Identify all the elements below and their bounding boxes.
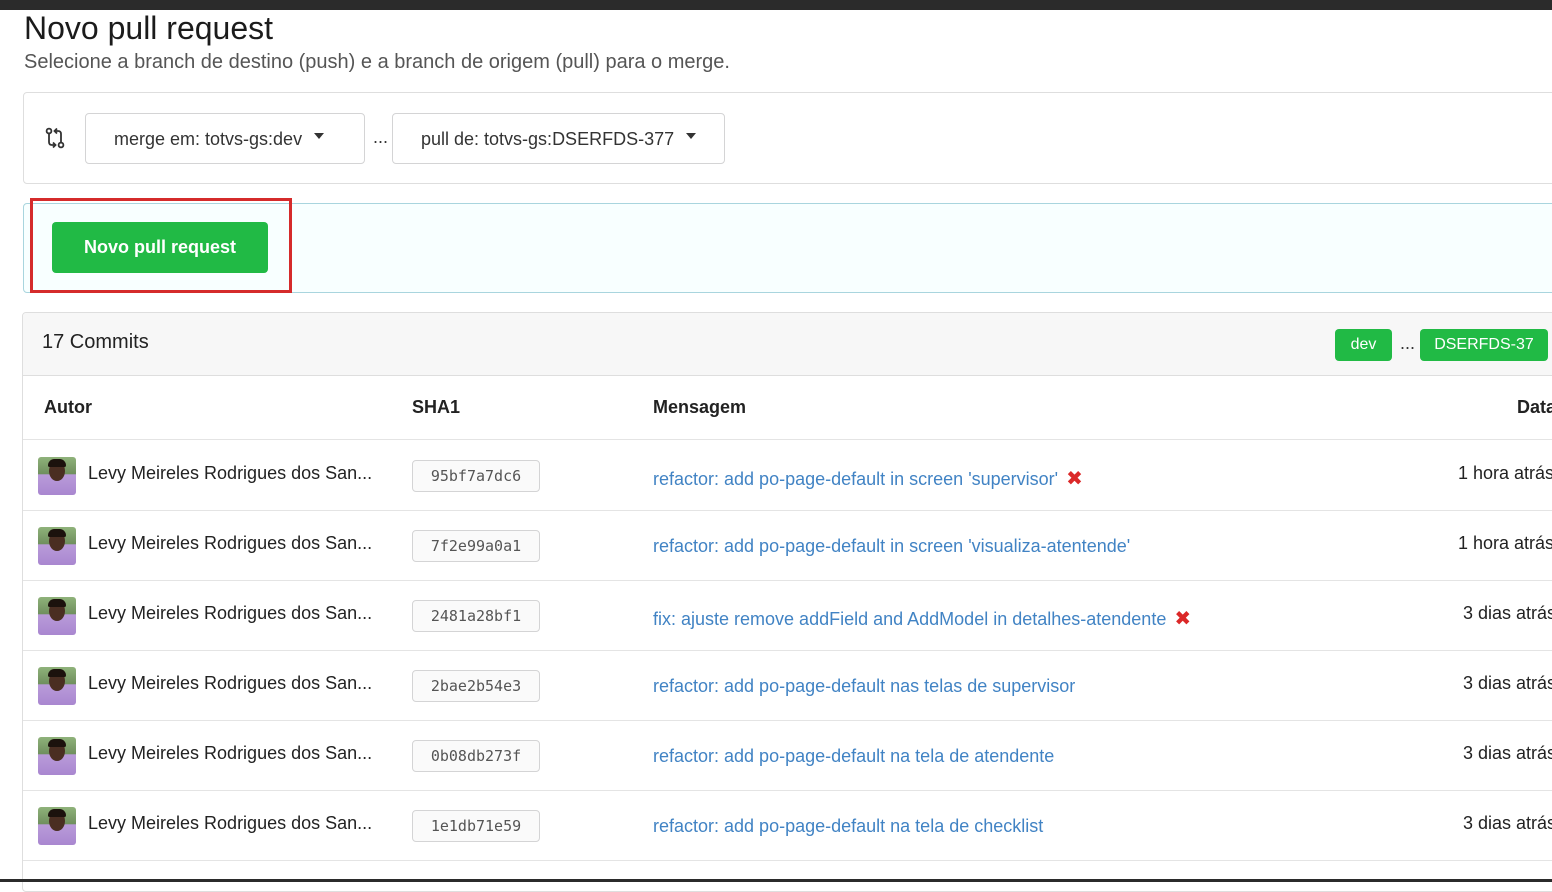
x-icon[interactable]: ✖	[1066, 468, 1083, 490]
avatar[interactable]	[38, 457, 76, 495]
commit-date: 3 dias atrás	[1463, 603, 1552, 623]
commit-sha-button[interactable]: 2bae2b54e3	[412, 670, 540, 702]
commit-author[interactable]: Levy Meireles Rodrigues dos San...	[88, 463, 372, 484]
commit-sha-button[interactable]: 7f2e99a0a1	[412, 530, 540, 562]
table-row: Levy Meireles Rodrigues dos San... 2bae2…	[23, 651, 1552, 721]
commit-author[interactable]: Levy Meireles Rodrigues dos San...	[88, 603, 372, 624]
commit-date: 1 hora atrás	[1458, 533, 1552, 553]
commits-count: 17 Commits	[42, 331, 149, 353]
table-row: Levy Meireles Rodrigues dos San... 0b08d…	[23, 721, 1552, 791]
branch-compare-panel: merge em: totvs-gs:dev ... pull de: totv…	[23, 92, 1552, 184]
commit-sha-button[interactable]: 2481a28bf1	[412, 600, 540, 632]
commit-message-link[interactable]: refactor: add po-page-default nas telas …	[653, 676, 1075, 697]
table-row: Levy Meireles Rodrigues dos San... 2481a…	[23, 581, 1552, 651]
commit-author[interactable]: Levy Meireles Rodrigues dos San...	[88, 743, 372, 764]
avatar[interactable]	[38, 597, 76, 635]
base-branch-label: merge em: totvs-gs:dev	[114, 129, 303, 149]
base-branch-label-badge: dev	[1335, 329, 1392, 361]
commit-date: 3 dias atrás	[1463, 673, 1552, 693]
x-icon[interactable]: ✖	[1174, 608, 1191, 630]
commits-panel: 17 Commits dev ... DSERFDS-37 Autor SHA1…	[22, 312, 1552, 892]
page-subtitle: Selecione a branch de destino (push) e a…	[24, 51, 730, 73]
avatar[interactable]	[38, 527, 76, 565]
table-row: Levy Meireles Rodrigues dos San... 95bf7…	[23, 441, 1552, 511]
column-message: Mensagem	[653, 397, 747, 417]
page-title: Novo pull request	[24, 10, 274, 46]
column-author: Autor	[44, 397, 92, 417]
head-branch-dropdown[interactable]: pull de: totvs-gs:DSERFDS-377	[392, 113, 725, 164]
commit-sha-button[interactable]: 1e1db71e59	[412, 810, 540, 842]
commit-author[interactable]: Levy Meireles Rodrigues dos San...	[88, 813, 372, 834]
commit-message-link[interactable]: refactor: add po-page-default na tela de…	[653, 816, 1043, 837]
commit-date: 3 dias atrás	[1463, 813, 1552, 833]
caret-down-icon	[686, 133, 697, 140]
git-compare-icon	[45, 127, 65, 149]
branch-separator: ...	[373, 127, 389, 147]
commits-table-header: Autor SHA1 Mensagem Data	[23, 376, 1552, 440]
commit-message-link[interactable]: fix: ajuste remove addField and AddModel…	[653, 606, 1191, 631]
head-branch-label: pull de: totvs-gs:DSERFDS-377	[421, 129, 675, 149]
commit-sha-button[interactable]: 0b08db273f	[412, 740, 540, 772]
compare-separator: ...	[1400, 333, 1416, 353]
avatar[interactable]	[38, 737, 76, 775]
avatar[interactable]	[38, 807, 76, 845]
head-branch-label-badge: DSERFDS-37	[1420, 329, 1548, 361]
commits-header: 17 Commits dev ... DSERFDS-37	[23, 313, 1552, 376]
avatar[interactable]	[38, 667, 76, 705]
column-sha: SHA1	[412, 397, 461, 417]
commit-author[interactable]: Levy Meireles Rodrigues dos San...	[88, 533, 372, 554]
commit-author[interactable]: Levy Meireles Rodrigues dos San...	[88, 673, 372, 694]
new-pull-request-button[interactable]: Novo pull request	[52, 222, 268, 273]
commit-message-link[interactable]: refactor: add po-page-default in screen …	[653, 536, 1130, 557]
column-date: Data	[1517, 397, 1552, 417]
caret-down-icon	[314, 133, 325, 140]
commit-date: 1 hora atrás	[1458, 463, 1552, 483]
commit-message-link[interactable]: refactor: add po-page-default in screen …	[653, 466, 1083, 491]
base-branch-dropdown[interactable]: merge em: totvs-gs:dev	[85, 113, 365, 164]
commit-sha-button[interactable]: 95bf7a7dc6	[412, 460, 540, 492]
commit-message-link[interactable]: refactor: add po-page-default na tela de…	[653, 746, 1054, 767]
table-row: Levy Meireles Rodrigues dos San... 7f2e9…	[23, 511, 1552, 581]
table-row: Levy Meireles Rodrigues dos San... 1e1db…	[23, 791, 1552, 861]
commit-date: 3 dias atrás	[1463, 743, 1552, 763]
